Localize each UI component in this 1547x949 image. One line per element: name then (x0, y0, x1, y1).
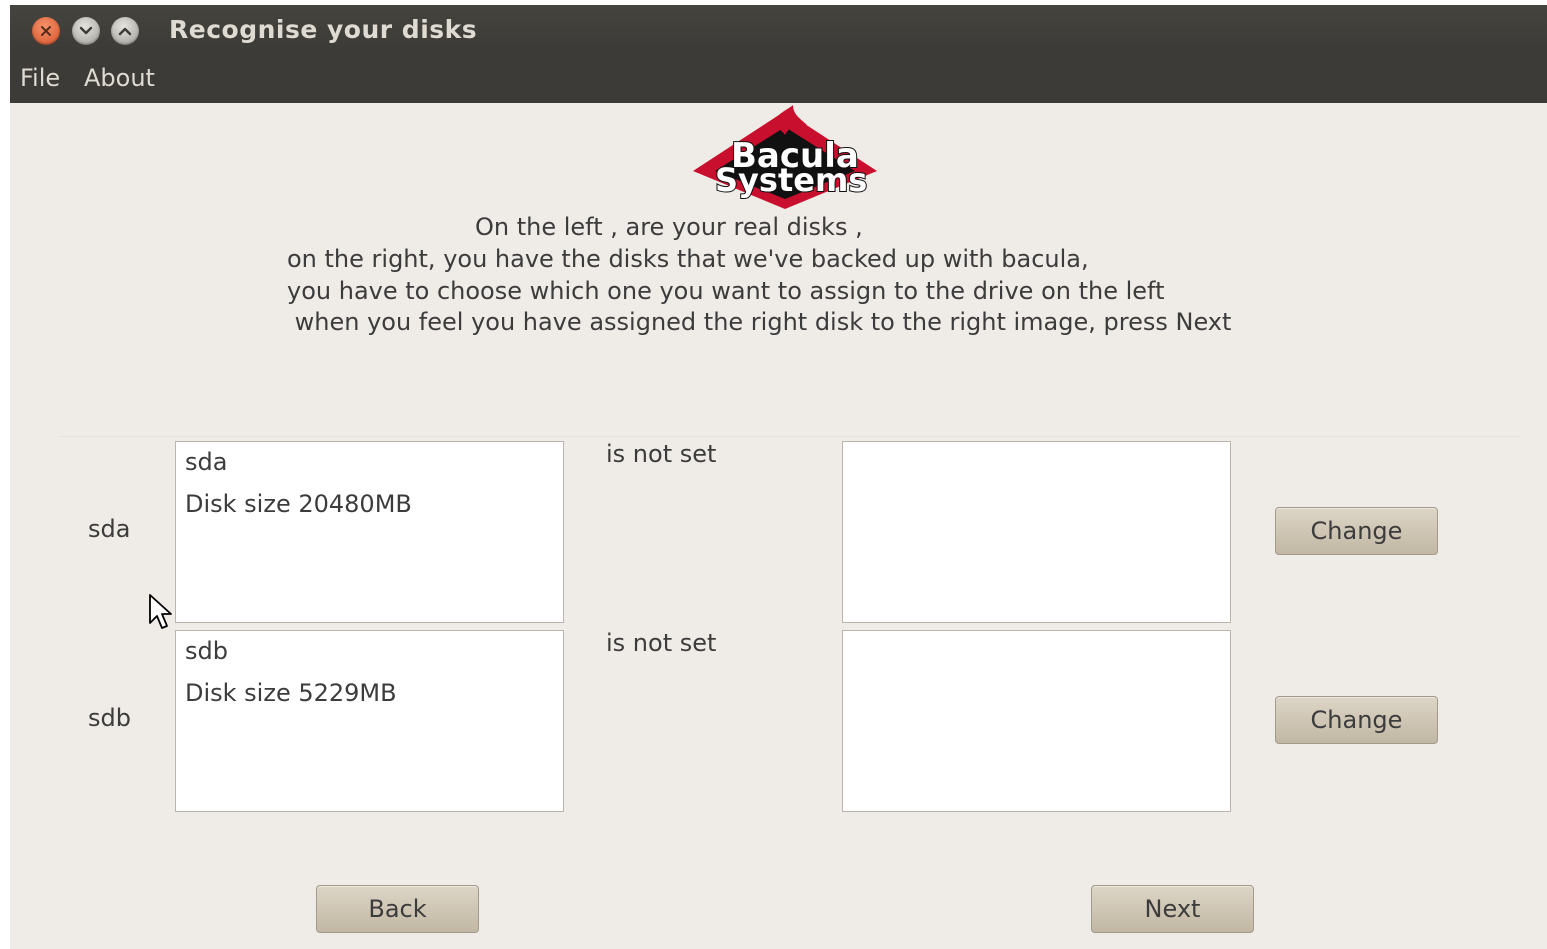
disk-row-label-sdb: sdb (88, 704, 131, 732)
minimize-button[interactable] (72, 17, 100, 45)
title-bar[interactable]: Recognise your disks (10, 5, 1547, 55)
window-title: Recognise your disks (169, 15, 478, 44)
change-button-sda[interactable]: Change (1275, 507, 1438, 555)
real-disk-box-sda[interactable]: sda Disk size 20480MB (175, 441, 564, 623)
minimize-icon (79, 26, 93, 35)
instruction-line-3: you have to choose which one you want to… (287, 277, 1165, 305)
instruction-line-1: On the left , are your real disks , (475, 213, 863, 241)
disk-row-label-sda: sda (88, 515, 131, 543)
close-button[interactable] (32, 17, 60, 45)
assignment-status-sdb: is not set (606, 629, 717, 657)
disk-name: sda (185, 448, 228, 476)
app-window: Recognise your disks File About Bacula S… (10, 5, 1547, 949)
assignment-status-sda: is not set (606, 440, 717, 468)
next-button[interactable]: Next (1091, 885, 1254, 933)
menu-bar: File About (10, 55, 1547, 103)
real-disk-box-sdb[interactable]: sdb Disk size 5229MB (175, 630, 564, 812)
instruction-line-4: when you feel you have assigned the righ… (287, 308, 1232, 336)
bacula-systems-logo: Bacula Systems (693, 105, 877, 209)
menu-file[interactable]: File (20, 64, 60, 92)
disk-size: Disk size 20480MB (185, 490, 412, 518)
backup-image-box-sda[interactable] (842, 441, 1231, 623)
close-icon (41, 26, 51, 36)
disk-size: Disk size 5229MB (185, 679, 397, 707)
disk-name: sdb (185, 637, 228, 665)
backup-image-box-sdb[interactable] (842, 630, 1231, 812)
logo-text-systems: Systems (715, 161, 867, 199)
menu-about[interactable]: About (84, 64, 155, 92)
maximize-icon (118, 27, 132, 36)
mouse-pointer-icon (149, 594, 172, 629)
change-button-sdb[interactable]: Change (1275, 696, 1438, 744)
maximize-button[interactable] (111, 17, 139, 45)
back-button[interactable]: Back (316, 885, 479, 933)
instruction-line-2: on the right, you have the disks that we… (287, 245, 1089, 273)
separator (60, 436, 1520, 437)
